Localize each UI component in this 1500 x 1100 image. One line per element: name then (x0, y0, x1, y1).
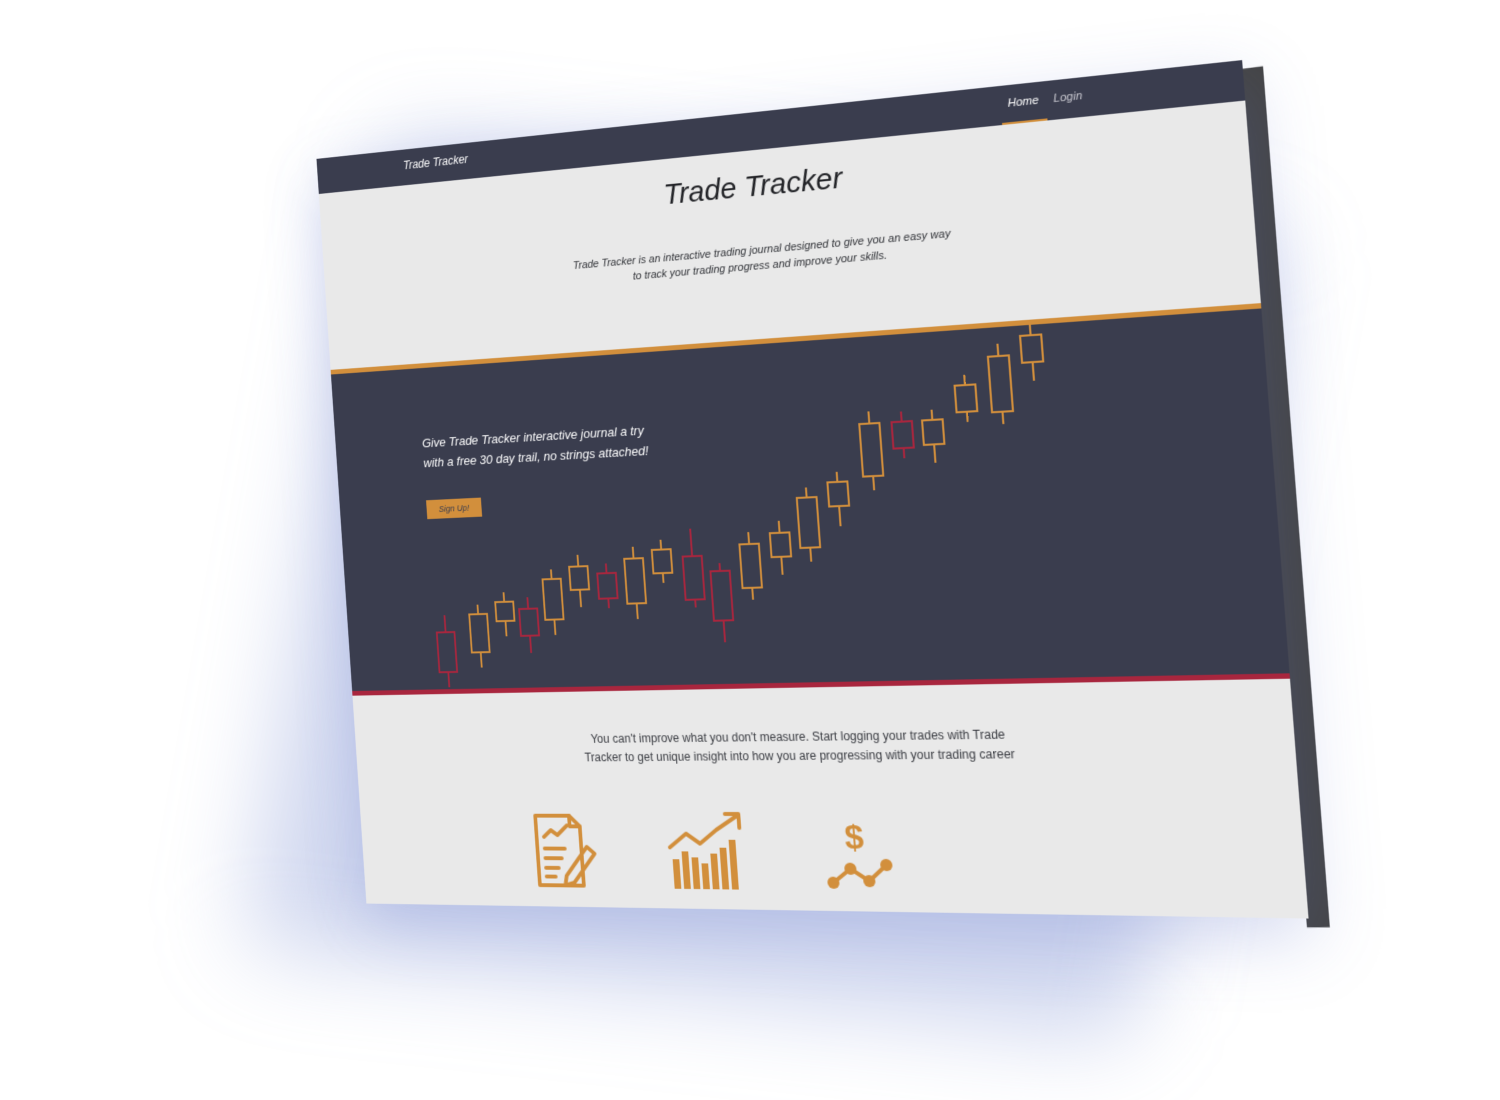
candle-body-6 (569, 566, 589, 590)
candle-wick-lower-10 (695, 600, 696, 608)
candle-wick-lower-6 (580, 590, 581, 607)
candle-wick-upper-19 (964, 375, 965, 385)
candle-wick-upper-16 (868, 411, 869, 423)
candle-wick-upper-5 (551, 569, 552, 579)
hero-description: Trade Tracker is an interactive trading … (572, 227, 952, 283)
candle-body-11 (710, 571, 733, 621)
candle-wick-lower-21 (1033, 362, 1034, 381)
candle-body-16 (859, 423, 883, 477)
candle-wick-lower-13 (779, 556, 783, 575)
candle-wick-upper-11 (719, 563, 720, 571)
candle-wick-lower-5 (554, 620, 555, 635)
svg-text:$: $ (843, 819, 865, 857)
features-section: You can't improve what you don't measure… (352, 679, 1308, 919)
presentation-stage: Trade Tracker Home Login Trade Tracker T… (0, 0, 1500, 1100)
candle-wick-upper-4 (527, 597, 528, 609)
candle-wick-upper-18 (932, 410, 933, 420)
candle-wick-lower-11 (724, 620, 726, 642)
candle-body-5 (542, 579, 563, 620)
candle-wick-upper-13 (777, 520, 780, 533)
candle-wick-lower-18 (934, 444, 935, 462)
candle-body-10 (683, 556, 705, 600)
candle-wick-upper-3 (504, 592, 505, 602)
candle-body-13 (770, 532, 791, 557)
candle-body-3 (495, 602, 514, 622)
candle-group (419, 324, 1067, 687)
candle-wick-lower-16 (873, 476, 874, 490)
candle-wick-lower-15 (839, 506, 840, 526)
candle-body-12 (739, 544, 762, 588)
candle-body-7 (597, 573, 617, 599)
candle-body-4 (519, 608, 539, 635)
candle-wick-upper-9 (660, 540, 661, 550)
candle-wick-lower-20 (1002, 412, 1003, 424)
candle-wick-upper-12 (748, 532, 749, 544)
nav-login-link[interactable]: Login (1045, 77, 1092, 121)
brand-link[interactable]: Trade Tracker (403, 152, 469, 172)
candle-wick-lower-17 (904, 448, 905, 458)
candle-wick-upper-20 (997, 344, 998, 356)
nav-home-link[interactable]: Home (999, 81, 1048, 126)
candle-wick-upper-2 (477, 605, 478, 615)
candle-body-18 (922, 419, 944, 445)
mockup-board: Trade Tracker Home Login Trade Tracker T… (316, 60, 1330, 928)
candle-body-9 (652, 549, 673, 573)
candle-body-17 (892, 421, 914, 449)
signup-button[interactable]: Sign Up! (426, 497, 483, 520)
candle-wick-upper-7 (606, 563, 607, 573)
candle-body-1 (437, 632, 457, 672)
candle-wick-upper-14 (806, 487, 807, 497)
candle-wick-lower-19 (967, 412, 968, 422)
candle-wick-lower-4 (530, 636, 531, 653)
candle-body-19 (955, 384, 978, 412)
candle-wick-upper-6 (577, 555, 578, 567)
candle-body-20 (988, 355, 1013, 412)
candle-wick-upper-21 (1030, 325, 1031, 335)
website-screen: Trade Tracker Home Login Trade Tracker T… (316, 60, 1309, 919)
candle-wick-upper-17 (901, 412, 902, 422)
signup-band: Give Trade Tracker interactive journal a… (330, 303, 1290, 696)
candle-wick-lower-12 (752, 588, 753, 600)
candle-body-8 (624, 558, 646, 604)
candle-wick-lower-8 (637, 603, 638, 619)
candle-body-21 (1020, 334, 1043, 362)
candle-wick-lower-2 (481, 652, 482, 667)
feature-icons: $ (518, 808, 928, 900)
candle-wick-lower-3 (505, 621, 506, 636)
growth-chart-icon (661, 808, 754, 898)
candle-body-15 (827, 481, 849, 506)
candle-body-2 (469, 614, 489, 653)
candle-body-14 (797, 497, 820, 548)
candle-wick-lower-7 (608, 598, 609, 608)
candle-wick-upper-15 (837, 472, 838, 482)
candle-wick-lower-1 (448, 672, 449, 687)
candle-wick-lower-9 (663, 573, 664, 583)
candle-wick-upper-10 (690, 529, 692, 557)
features-text: You can't improve what you don't measure… (584, 727, 1016, 765)
candle-wick-lower-14 (810, 548, 811, 562)
candle-wick-upper-8 (633, 547, 634, 559)
journal-document-icon (518, 808, 606, 896)
candle-wick-upper-1 (444, 615, 445, 632)
dollar-trend-icon: $ (816, 808, 913, 900)
